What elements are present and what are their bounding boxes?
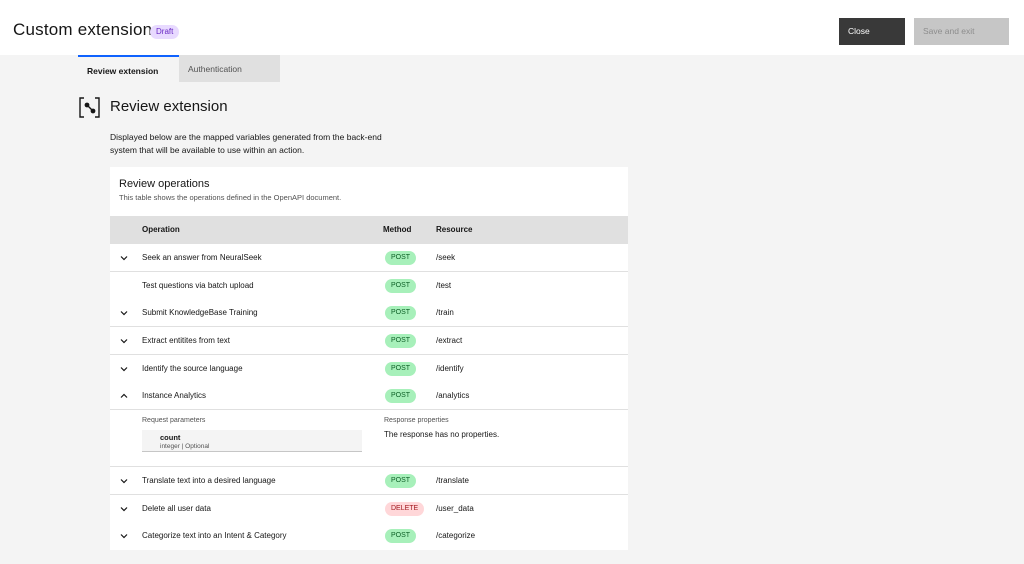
- chevron-down-icon[interactable]: [119, 336, 129, 346]
- page-header: Custom extension Draft Close Save and ex…: [0, 0, 1024, 55]
- section-title: Review extension: [110, 98, 228, 115]
- request-parameters-label: Request parameters: [142, 417, 206, 424]
- tab-authentication[interactable]: Authentication: [179, 55, 280, 82]
- page-title: Custom extension: [13, 20, 153, 39]
- operation-name: Submit KnowledgeBase Training: [142, 308, 258, 317]
- resource-path: /identify: [436, 364, 464, 373]
- column-header-method: Method: [383, 225, 412, 234]
- resource-path: /train: [436, 308, 454, 317]
- operation-name: Test questions via batch upload: [142, 281, 254, 290]
- section-description: Displayed below are the mapped variables…: [110, 132, 382, 155]
- parameter-meta: integer | Optional: [160, 443, 210, 450]
- resource-path: /analytics: [436, 391, 470, 400]
- parameter-name: count: [160, 433, 181, 442]
- method-badge: POST: [385, 529, 417, 543]
- resource-path: /extract: [436, 336, 463, 345]
- chevron-down-icon[interactable]: [119, 504, 129, 514]
- review-extension-icon: [79, 97, 100, 118]
- status-badge: Draft: [150, 25, 180, 39]
- review-operations-card: Review operations This table shows the o…: [110, 167, 628, 550]
- close-button[interactable]: Close: [839, 18, 905, 45]
- column-header-resource: Resource: [436, 225, 473, 234]
- response-properties-label: Response properties: [384, 417, 449, 424]
- table-row: Identify the source language POST /ident…: [110, 355, 628, 383]
- resource-path: /categorize: [436, 531, 476, 540]
- method-badge: POST: [385, 362, 417, 376]
- table-row: Submit KnowledgeBase Training POST /trai…: [110, 299, 628, 327]
- chevron-down-icon[interactable]: [119, 308, 129, 318]
- method-badge: POST: [385, 306, 417, 320]
- operation-name: Extract entitites from text: [142, 336, 231, 345]
- response-properties-text: The response has no properties.: [384, 430, 500, 439]
- table-row: Translate text into a desired language P…: [110, 467, 628, 495]
- chevron-down-icon[interactable]: [119, 253, 129, 263]
- card-subtitle: This table shows the operations defined …: [119, 193, 342, 202]
- table-row: Extract entitites from text POST /extrac…: [110, 327, 628, 355]
- operation-name: Translate text into a desired language: [142, 476, 276, 485]
- save-and-exit-button[interactable]: Save and exit: [914, 18, 1009, 45]
- operation-name: Identify the source language: [142, 364, 243, 373]
- method-badge: POST: [385, 389, 417, 403]
- table-row-expanded: Instance Analytics POST /analytics: [110, 382, 628, 410]
- operation-name: Seek an answer from NeuralSeek: [142, 253, 262, 262]
- operation-name: Delete all user data: [142, 504, 211, 513]
- operation-name: Instance Analytics: [142, 391, 207, 400]
- card-title: Review operations: [119, 178, 210, 190]
- operation-name: Categorize text into an Intent & Categor…: [142, 531, 287, 540]
- resource-path: /user_data: [436, 504, 474, 513]
- resource-path: /test: [436, 281, 452, 290]
- method-badge: DELETE: [385, 502, 425, 516]
- method-badge: POST: [385, 334, 417, 348]
- chevron-down-icon[interactable]: [119, 364, 129, 374]
- chevron-up-icon[interactable]: [119, 391, 129, 401]
- method-badge: POST: [385, 474, 417, 488]
- resource-path: /seek: [436, 253, 456, 262]
- tab-review-extension[interactable]: Review extension: [78, 55, 179, 82]
- method-badge: POST: [385, 251, 417, 265]
- chevron-down-icon[interactable]: [119, 476, 129, 486]
- table-row: Test questions via batch upload POST /te…: [110, 272, 628, 300]
- resource-path: /translate: [436, 476, 469, 485]
- expanded-row-details: Request parameters count integer | Optio…: [110, 410, 628, 467]
- table-row: Categorize text into an Intent & Categor…: [110, 522, 628, 550]
- chevron-down-icon[interactable]: [119, 531, 129, 541]
- parameter-item: count integer | Optional: [142, 430, 362, 452]
- column-header-operation: Operation: [142, 225, 180, 234]
- method-badge: POST: [385, 279, 417, 293]
- table-header: Operation Method Resource: [110, 216, 628, 244]
- table-row: Delete all user data DELETE /user_data: [110, 495, 628, 523]
- table-row: Seek an answer from NeuralSeek POST /see…: [110, 244, 628, 272]
